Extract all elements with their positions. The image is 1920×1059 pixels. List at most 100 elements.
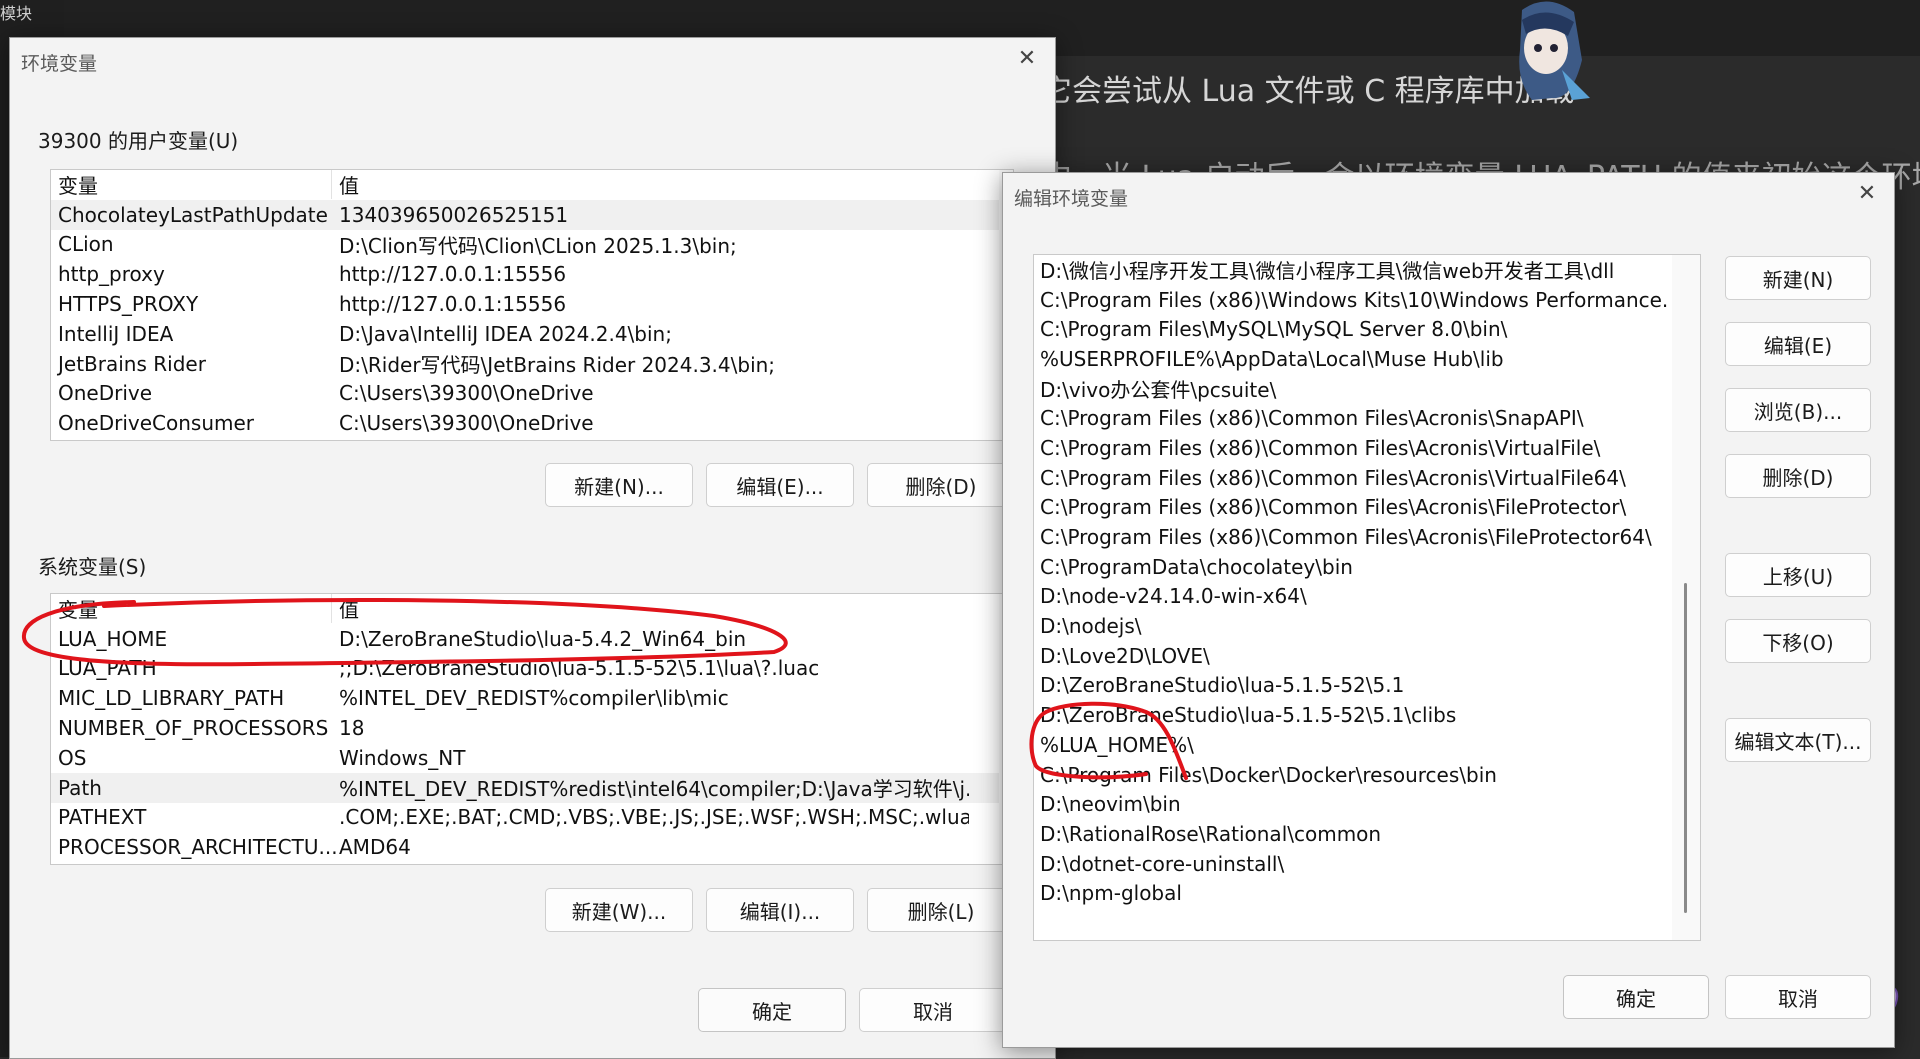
table-row[interactable]: Path %INTEL_DEV_REDIST%redist\intel64\com…: [51, 772, 1013, 803]
variable-name-cell: JetBrains Rider: [58, 351, 206, 376]
edit-ok-button[interactable]: 确定: [1563, 975, 1709, 1019]
variable-name-cell: PROCESSOR_ARCHITECTU...: [58, 835, 338, 860]
variable-name-cell: IntelliJ IDEA: [58, 321, 174, 346]
variable-value-cell: .COM;.EXE;.BAT;.CMD;.VBS;.VBE;.JS;.JSE;.…: [339, 805, 969, 830]
variable-value-cell: C:\Users\39300\OneDrive: [339, 381, 594, 406]
variable-value-cell: D:\Java\IntelliJ IDEA 2024.2.4\bin;: [339, 321, 672, 346]
table-row[interactable]: HTTPS_PROXY http://127.0.0.1:15556: [51, 289, 1013, 319]
variable-name-cell: MIC_LD_LIBRARY_PATH: [58, 686, 285, 711]
list-item[interactable]: C:\Program Files\Docker\Docker\resources…: [1034, 760, 1668, 790]
system-edit-button[interactable]: 编辑(I)...: [706, 888, 854, 932]
table-row[interactable]: NUMBER_OF_PROCESSORS 18: [51, 713, 1013, 743]
table-row[interactable]: LUA_HOME D:\ZeroBraneStudio\lua-5.4.2_Win…: [51, 624, 1013, 654]
list-item[interactable]: D:\ZeroBraneStudio\lua-5.1.5-52\5.1\clib…: [1034, 700, 1668, 730]
browse-button[interactable]: 浏览(B)...: [1725, 388, 1871, 432]
list-item[interactable]: C:\Program Files (x86)\Common Files\Acro…: [1034, 433, 1668, 463]
table-header: 变量 值: [51, 594, 1013, 624]
close-icon[interactable]: ✕: [1016, 48, 1038, 70]
variable-value-cell: D:\Rider写代码\JetBrains Rider 2024.3.4\bin…: [339, 353, 776, 378]
list-item[interactable]: D:\nodejs\: [1034, 611, 1668, 641]
user-new-button[interactable]: 新建(N)...: [545, 463, 693, 507]
system-new-button[interactable]: 新建(W)...: [545, 888, 693, 932]
list-item[interactable]: %LUA_HOME%\: [1034, 730, 1668, 760]
list-item[interactable]: D:\dotnet-core-uninstall\: [1034, 849, 1668, 879]
column-header-value[interactable]: 值: [332, 170, 359, 199]
scrollbar[interactable]: [1672, 255, 1700, 940]
path-entries-list[interactable]: D:\微信小程序开发工具\微信小程序工具\微信web开发者工具\dll C:\Pr…: [1033, 254, 1701, 941]
move-up-button[interactable]: 上移(U): [1725, 553, 1871, 597]
edit-path-button[interactable]: 编辑(E): [1725, 322, 1871, 366]
list-item[interactable]: C:\ProgramData\chocolatey\bin: [1034, 552, 1668, 582]
list-item[interactable]: C:\Program Files (x86)\Common Files\Acro…: [1034, 403, 1668, 433]
list-item[interactable]: C:\Program Files (x86)\Common Files\Acro…: [1034, 522, 1668, 552]
user-variables-table[interactable]: 变量 值 ChocolateyLastPathUpdate 13403965002…: [50, 169, 1014, 441]
table-row[interactable]: OneDriveConsumer C:\Users\39300\OneDrive: [51, 408, 1013, 438]
list-item[interactable]: C:\Program Files (x86)\Common Files\Acro…: [1034, 463, 1668, 493]
background-top-left-text: 模块: [0, 4, 33, 23]
edit-environment-variable-window: 编辑环境变量 ✕ D:\微信小程序开发工具\微信小程序工具\微信web开发者工具…: [1002, 172, 1895, 1048]
column-header-value[interactable]: 值: [332, 594, 359, 623]
list-item[interactable]: C:\Program Files (x86)\Windows Kits\10\W…: [1034, 285, 1668, 315]
list-item[interactable]: D:\neovim\bin: [1034, 789, 1668, 819]
window-title: 编辑环境变量: [1014, 188, 1129, 210]
list-item[interactable]: %USERPROFILE%\AppData\Local\Muse Hub\lib: [1034, 344, 1668, 374]
variable-value-cell: AMD64: [339, 835, 411, 860]
ok-button[interactable]: 确定: [698, 988, 846, 1032]
table-row[interactable]: JetBrains Rider D:\Rider写代码\JetBrains Rid…: [51, 349, 1013, 379]
table-row[interactable]: MIC_LD_LIBRARY_PATH %INTEL_DEV_REDIST%com…: [51, 683, 1013, 713]
edit-text-button[interactable]: 编辑文本(T)...: [1725, 718, 1871, 762]
system-delete-button[interactable]: 删除(L): [867, 888, 1015, 932]
variable-name-cell: OneDrive: [58, 381, 153, 406]
variable-value-cell: %INTEL_DEV_REDIST%compiler\lib\mic: [339, 686, 729, 711]
list-item[interactable]: D:\ZeroBraneStudio\lua-5.1.5-52\5.1: [1034, 671, 1668, 701]
delete-path-button[interactable]: 删除(D): [1725, 454, 1871, 498]
close-icon[interactable]: ✕: [1856, 183, 1878, 205]
move-down-button[interactable]: 下移(O): [1725, 619, 1871, 663]
user-edit-button[interactable]: 编辑(E)...: [706, 463, 854, 507]
variable-name-cell: Path: [58, 775, 102, 800]
list-item[interactable]: C:\Program Files\MySQL\MySQL Server 8.0\…: [1034, 314, 1668, 344]
variable-name-cell: LUA_HOME: [58, 626, 168, 651]
anime-avatar-icon: [1519, 1, 1590, 100]
user-variables-label: 39300 的用户变量(U): [38, 129, 239, 153]
table-row[interactable]: OS Windows_NT: [51, 743, 1013, 773]
variable-name-cell: OneDriveConsumer: [58, 411, 255, 436]
table-row[interactable]: IntelliJ IDEA D:\Java\IntelliJ IDEA 2024.…: [51, 319, 1013, 349]
table-row[interactable]: ChocolateyLastPathUpdate 1340396500265251…: [51, 199, 1013, 230]
list-item[interactable]: D:\微信小程序开发工具\微信小程序工具\微信web开发者工具\dll: [1034, 255, 1668, 285]
column-header-variable[interactable]: 变量: [51, 170, 332, 200]
table-row[interactable]: http_proxy http://127.0.0.1:15556: [51, 259, 1013, 289]
variable-name-cell: CLion: [58, 232, 114, 257]
edit-cancel-button[interactable]: 取消: [1725, 975, 1871, 1019]
table-row[interactable]: CLion D:\Clion写代码\Clion\CLion 2025.1.3\bi…: [51, 230, 1013, 260]
variable-value-cell: 18: [339, 716, 365, 741]
table-row[interactable]: PROCESSOR_ARCHITECTU... AMD64: [51, 832, 1013, 862]
variable-name-cell: ChocolateyLastPathUpdate: [58, 202, 328, 227]
list-item[interactable]: D:\RationalRose\Rational\common: [1034, 819, 1668, 849]
list-item[interactable]: D:\node-v24.14.0-win-x64\: [1034, 582, 1668, 612]
user-delete-button[interactable]: 删除(D): [867, 463, 1015, 507]
table-row[interactable]: LUA_PATH ;;D:\ZeroBraneStudio\lua-5.1.5-5…: [51, 654, 1013, 684]
variable-value-cell: Windows_NT: [339, 745, 466, 770]
variable-name-cell: NUMBER_OF_PROCESSORS: [58, 716, 329, 741]
table-header: 变量 值: [51, 170, 1013, 200]
variable-value-cell: D:\ZeroBraneStudio\lua-5.4.2_Win64_bin: [339, 626, 747, 651]
list-item[interactable]: C:\Program Files (x86)\Common Files\Acro…: [1034, 493, 1668, 523]
variable-name-cell: OS: [58, 745, 87, 770]
table-row[interactable]: OneDrive C:\Users\39300\OneDrive: [51, 379, 1013, 409]
variable-value-cell: 134039650026525151: [339, 202, 569, 227]
variable-value-cell: http://127.0.0.1:15556: [339, 262, 567, 287]
list-item[interactable]: D:\Love2D\LOVE\: [1034, 641, 1668, 671]
cancel-button[interactable]: 取消: [859, 988, 1007, 1032]
system-variables-table[interactable]: 变量 值 LUA_HOME D:\ZeroBraneStudio\lua-5.4.…: [50, 593, 1014, 865]
column-header-variable[interactable]: 变量: [51, 594, 332, 624]
variable-name-cell: LUA_PATH: [58, 656, 157, 681]
background-article-line-1: 它会尝试从 Lua 文件或 C 程序库中加载: [1042, 74, 1575, 109]
system-variables-label: 系统变量(S): [38, 555, 147, 579]
list-item[interactable]: D:\npm-global: [1034, 878, 1668, 908]
variable-value-cell: D:\Clion写代码\Clion\CLion 2025.1.3\bin;: [339, 233, 737, 258]
table-row[interactable]: PATHEXT .COM;.EXE;.BAT;.CMD;.VBS;.VBE;.JS…: [51, 803, 1013, 833]
variable-value-cell: ;;D:\ZeroBraneStudio\lua-5.1.5-52\5.1\lu…: [339, 656, 820, 681]
new-path-button[interactable]: 新建(N): [1725, 256, 1871, 300]
list-item[interactable]: D:\vivo办公套件\pcsuite\: [1034, 374, 1668, 404]
